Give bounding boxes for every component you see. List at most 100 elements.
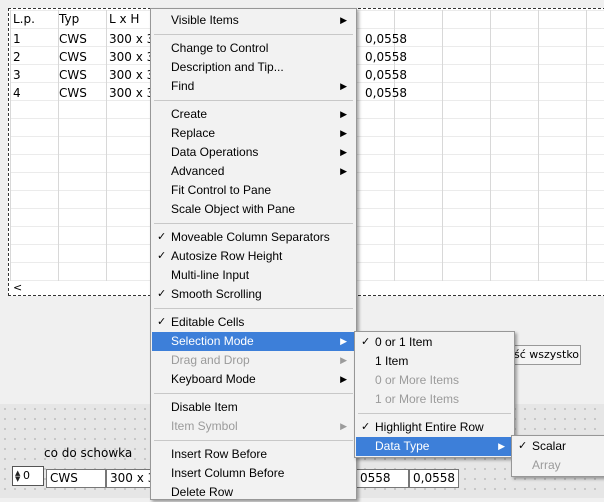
- menu-item-scale-object-with-pane[interactable]: Scale Object with Pane: [152, 200, 355, 219]
- submenu-arrow-icon: ▶: [340, 374, 347, 384]
- menu-item-selection-mode[interactable]: Selection Mode ▶: [152, 332, 355, 351]
- checkmark-icon: ✓: [361, 421, 371, 433]
- table-cell-typ-1[interactable]: CWS: [56, 30, 104, 48]
- menu-item-label: Disable Item: [171, 400, 238, 414]
- array-index-control[interactable]: ▲ ▼ 0: [12, 466, 44, 486]
- menu-item-change-to-control[interactable]: Change to Control: [152, 39, 355, 58]
- menu-item-label: Selection Mode: [171, 334, 254, 348]
- menu-item-label: Create: [171, 107, 208, 121]
- column-header-lxh[interactable]: L x H: [106, 10, 139, 28]
- menu-item-label: Advanced: [171, 164, 225, 178]
- table-cell-val-4[interactable]: 0,0558: [362, 84, 412, 102]
- submenu-arrow-icon: ▶: [340, 147, 347, 157]
- menu-item-create[interactable]: Create ▶: [152, 105, 355, 124]
- column-header-lp[interactable]: L.p.: [10, 10, 35, 28]
- menu-separator: [154, 393, 353, 394]
- array-cell-val-a[interactable]: 0558: [356, 469, 409, 488]
- index-spinner-icon[interactable]: ▲ ▼: [15, 470, 22, 483]
- menu-item-replace[interactable]: Replace ▶: [152, 124, 355, 143]
- menu-item-label: Change to Control: [171, 41, 269, 55]
- array-index-value[interactable]: 0: [23, 467, 30, 485]
- submenu-arrow-icon: ▶: [340, 336, 347, 346]
- table-cell-lxh-4[interactable]: 300 x 300: [106, 84, 156, 102]
- menu-item-label: Data Type: [375, 439, 430, 453]
- array-cell-typ[interactable]: CWS: [46, 469, 106, 488]
- menu-item-advanced[interactable]: Advanced ▶: [152, 162, 355, 181]
- checkmark-icon: ✓: [157, 316, 167, 328]
- menu-item-label: Keyboard Mode: [171, 372, 256, 386]
- menu-separator: [154, 223, 353, 224]
- scroll-left-icon[interactable]: <: [13, 281, 22, 294]
- array-cell-lxh[interactable]: 300 x 300: [106, 469, 152, 488]
- menu-item-label: Insert Column Before: [171, 466, 285, 480]
- table-cell-val-2[interactable]: 0,0558: [362, 48, 412, 66]
- table-cell-lxh-2[interactable]: 300 x 300: [106, 48, 156, 66]
- menu-item-disable-item[interactable]: Disable Item: [152, 398, 355, 417]
- menu-item-1-or-more-items: 1 or More Items: [356, 390, 513, 409]
- menu-item-data-operations[interactable]: Data Operations ▶: [152, 143, 355, 162]
- menu-item-0-or-1-item[interactable]: ✓ 0 or 1 Item: [356, 333, 513, 352]
- table-cell-typ-3[interactable]: CWS: [56, 66, 104, 84]
- menu-item-keyboard-mode[interactable]: Keyboard Mode ▶: [152, 370, 355, 389]
- menu-item-insert-column-before[interactable]: Insert Column Before: [152, 464, 355, 483]
- table-cell-lxh-3[interactable]: 300 x 300: [106, 66, 156, 84]
- menu-item-data-type[interactable]: Data Type ▶: [356, 437, 513, 456]
- menu-item-scalar[interactable]: ✓ Scalar: [513, 437, 604, 456]
- menu-item-label: Autosize Row Height: [171, 249, 283, 263]
- checkmark-icon: ✓: [157, 288, 167, 300]
- table-cell-typ-2[interactable]: CWS: [56, 48, 104, 66]
- menu-item-1-item[interactable]: 1 Item: [356, 352, 513, 371]
- menu-item-label: Scalar: [532, 439, 567, 453]
- checkmark-icon: ✓: [157, 231, 167, 243]
- table-cell-lp-2[interactable]: 2: [10, 48, 54, 66]
- menu-separator: [154, 308, 353, 309]
- menu-item-array: Array: [513, 456, 604, 475]
- menu-item-autosize-row-height[interactable]: ✓ Autosize Row Height: [152, 247, 355, 266]
- menu-item-smooth-scrolling[interactable]: ✓ Smooth Scrolling: [152, 285, 355, 304]
- table-cell-lp-4[interactable]: 4: [10, 84, 54, 102]
- menu-item-label: Drag and Drop: [171, 353, 250, 367]
- table-cell-lxh-1[interactable]: 300 x 300: [106, 30, 156, 48]
- menu-item-item-symbol: Item Symbol ▶: [152, 417, 355, 436]
- menu-item-label: Replace: [171, 126, 216, 140]
- menu-item-description-and-tip[interactable]: Description and Tip...: [152, 58, 355, 77]
- menu-item-label: Highlight Entire Row: [375, 420, 484, 434]
- table-cell-val-1[interactable]: 0,0558: [362, 30, 412, 48]
- submenu-arrow-icon: ▶: [340, 355, 347, 365]
- menu-item-editable-cells[interactable]: ✓ Editable Cells: [152, 313, 355, 332]
- submenu-arrow-icon: ▶: [340, 421, 347, 431]
- context-menu-main: Visible Items ▶ Change to Control Descripti…: [150, 8, 357, 500]
- submenu-arrow-icon: ▶: [340, 166, 347, 176]
- submenu-arrow-icon: ▶: [498, 441, 505, 451]
- menu-item-label: 0 or More Items: [375, 373, 460, 387]
- menu-item-moveable-column-separators[interactable]: ✓ Moveable Column Separators: [152, 228, 355, 247]
- select-all-button[interactable]: ść wszystko: [512, 345, 581, 365]
- table-cell-lp-3[interactable]: 3: [10, 66, 54, 84]
- menu-item-label: Fit Control to Pane: [171, 183, 272, 197]
- table-cell-lp-1[interactable]: 1: [10, 30, 54, 48]
- menu-item-insert-row-before[interactable]: Insert Row Before: [152, 445, 355, 464]
- menu-item-label: Array: [532, 458, 561, 472]
- table-cell-typ-4[interactable]: CWS: [56, 84, 104, 102]
- menu-item-label: Insert Row Before: [171, 447, 268, 461]
- menu-separator: [154, 100, 353, 101]
- menu-item-label: Item Symbol: [171, 419, 238, 433]
- menu-item-visible-items[interactable]: Visible Items ▶: [152, 11, 355, 30]
- table-cell-val-3[interactable]: 0,0558: [362, 66, 412, 84]
- menu-item-label: Smooth Scrolling: [171, 287, 262, 301]
- menu-item-multi-line-input[interactable]: Multi-line Input: [152, 266, 355, 285]
- menu-item-label: 1 or More Items: [375, 392, 460, 406]
- menu-item-delete-row[interactable]: Delete Row: [152, 483, 355, 502]
- menu-item-drag-and-drop: Drag and Drop ▶: [152, 351, 355, 370]
- menu-item-find[interactable]: Find ▶: [152, 77, 355, 96]
- copy-to-clipboard-label: co do schowka: [44, 446, 133, 460]
- array-cell-val-b[interactable]: 0,0558: [409, 469, 459, 488]
- checkmark-icon: ✓: [518, 440, 528, 452]
- submenu-arrow-icon: ▶: [340, 128, 347, 138]
- menu-item-highlight-entire-row[interactable]: ✓ Highlight Entire Row: [356, 418, 513, 437]
- column-header-typ[interactable]: Typ: [56, 10, 79, 28]
- menu-item-label: Visible Items: [171, 13, 239, 27]
- menu-separator: [358, 413, 511, 414]
- menu-item-label: Scale Object with Pane: [171, 202, 296, 216]
- menu-item-fit-control-to-pane[interactable]: Fit Control to Pane: [152, 181, 355, 200]
